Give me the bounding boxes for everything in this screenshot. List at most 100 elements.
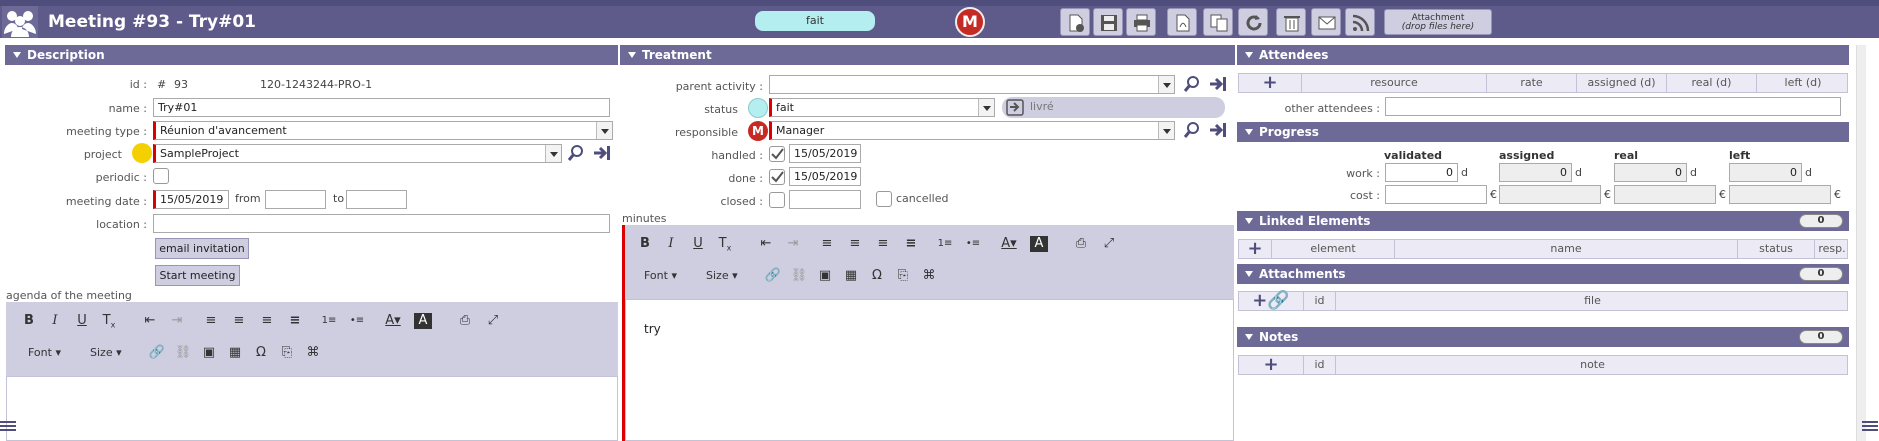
copy-icon[interactable] [1203,8,1233,36]
done-checkbox[interactable] [769,169,785,185]
email-icon[interactable] [1311,8,1341,36]
justify-icon[interactable]: ≡ [900,233,922,255]
unlink-icon[interactable]: ⛓ [172,342,194,364]
section-treatment-header[interactable]: Treatment [620,45,1235,65]
chevron-down-icon[interactable] [1158,76,1174,93]
agenda-editor-content[interactable] [6,376,618,441]
bullet-list-icon[interactable]: •≡ [346,310,368,332]
special-char-icon[interactable]: Ω [866,265,888,287]
source-icon[interactable]: ⌘ [918,265,940,287]
add-note-icon[interactable]: + [1239,356,1303,374]
align-left-icon[interactable]: ≡ [200,310,222,332]
chevron-down-icon[interactable] [978,99,994,116]
numbered-list-icon[interactable]: 1≡ [318,310,340,332]
size-dropdown[interactable]: Size ▾ [78,340,144,366]
other-attendees-input[interactable] [1385,97,1841,116]
handled-date-input[interactable]: 15/05/2019 [789,144,861,163]
project-select[interactable]: SampleProject [153,144,562,163]
table-icon[interactable]: ▦ [840,265,862,287]
align-right-icon[interactable]: ≡ [256,310,278,332]
chevron-down-icon[interactable] [1158,122,1174,139]
justify-icon[interactable]: ≡ [284,310,306,332]
print-icon[interactable]: ⎙ [454,310,476,332]
underline-icon[interactable]: U [71,310,93,332]
link-icon[interactable]: 🔗 [146,342,168,364]
section-linked-elements-header[interactable]: Linked Elements 0 [1237,211,1849,231]
remove-format-icon[interactable]: Tx [714,233,736,255]
delivered-toggle[interactable]: livré [1002,97,1225,118]
add-attachment-icon[interactable]: +🔗 [1239,292,1303,310]
add-attendee-icon[interactable]: + [1239,74,1301,92]
user-avatar[interactable]: M [955,7,985,37]
section-progress-header[interactable]: Progress [1237,122,1849,142]
image-icon[interactable]: ▣ [814,265,836,287]
bold-icon[interactable]: B [634,233,656,255]
validated-work-input[interactable]: 0 [1385,163,1458,182]
cancelled-checkbox[interactable] [876,191,892,207]
indent-icon[interactable]: ⇥ [166,310,188,332]
section-attachments-header[interactable]: Attachments 0 [1237,264,1849,284]
minutes-editor-content[interactable]: try [625,299,1234,441]
attachment-drop-button[interactable]: Attachment (drop files here) [1384,9,1492,35]
text-color-icon[interactable]: A▾ [998,233,1020,255]
goto-icon[interactable] [592,144,612,162]
left-menu-handle[interactable] [0,421,16,431]
start-meeting-button[interactable]: Start meeting [155,265,240,286]
image-icon[interactable]: ▣ [198,342,220,364]
done-date-input[interactable]: 15/05/2019 [789,167,861,186]
source-icon[interactable]: ⌘ [302,342,324,364]
outdent-icon[interactable]: ⇤ [755,233,777,255]
italic-icon[interactable]: I [660,233,682,255]
align-center-icon[interactable]: ≡ [228,310,250,332]
size-dropdown[interactable]: Size ▾ [694,263,760,289]
parent-activity-select[interactable] [769,75,1175,94]
delete-icon[interactable] [1276,8,1306,36]
email-invitation-button[interactable]: email invitation [155,238,249,259]
closed-checkbox[interactable] [769,192,785,208]
vertical-scrollbar[interactable] [1856,45,1866,441]
to-time-input[interactable] [346,190,407,209]
handled-checkbox[interactable] [769,146,785,162]
underline-icon[interactable]: U [687,233,709,255]
section-description-header[interactable]: Description [5,45,618,65]
validated-cost-input[interactable] [1385,185,1487,204]
search-icon[interactable] [1183,121,1201,139]
table-icon[interactable]: ▦ [224,342,246,364]
maximize-icon[interactable]: ⤢ [482,310,504,332]
responsible-select[interactable]: Manager [769,121,1175,140]
location-input[interactable] [153,214,610,233]
pdf-icon[interactable] [1167,8,1197,36]
paste-text-icon[interactable]: ⎘ [276,342,298,364]
align-right-icon[interactable]: ≡ [872,233,894,255]
print-icon[interactable] [1126,8,1156,36]
save-icon[interactable] [1093,8,1123,36]
indent-icon[interactable]: ⇥ [782,233,804,255]
bg-color-icon[interactable]: A [1030,236,1048,252]
bullet-list-icon[interactable]: •≡ [962,233,984,255]
outdent-icon[interactable]: ⇤ [139,310,161,332]
unlink-icon[interactable]: ⛓ [788,265,810,287]
numbered-list-icon[interactable]: 1≡ [934,233,956,255]
chevron-down-icon[interactable] [596,122,612,139]
bg-color-icon[interactable]: A [414,313,432,329]
status-select[interactable]: fait [769,98,995,117]
periodic-checkbox[interactable] [153,168,169,184]
meeting-date-input[interactable]: 15/05/2019 [153,190,229,209]
special-char-icon[interactable]: Ω [250,342,272,364]
search-icon[interactable] [1183,75,1201,93]
remove-format-icon[interactable]: Tx [98,310,120,332]
refresh-icon[interactable] [1238,8,1268,36]
search-icon[interactable] [567,144,585,162]
print-icon[interactable]: ⎙ [1070,233,1092,255]
align-left-icon[interactable]: ≡ [816,233,838,255]
text-color-icon[interactable]: A▾ [382,310,404,332]
italic-icon[interactable]: I [44,310,66,332]
from-time-input[interactable] [265,190,326,209]
maximize-icon[interactable]: ⤢ [1098,233,1120,255]
rss-icon[interactable] [1345,8,1375,36]
add-link-icon[interactable]: + [1239,240,1271,258]
meeting-type-select[interactable]: Réunion d'avancement [153,121,613,140]
link-icon[interactable]: 🔗 [762,265,784,287]
new-icon[interactable] [1060,8,1090,36]
goto-icon[interactable] [1208,75,1228,93]
